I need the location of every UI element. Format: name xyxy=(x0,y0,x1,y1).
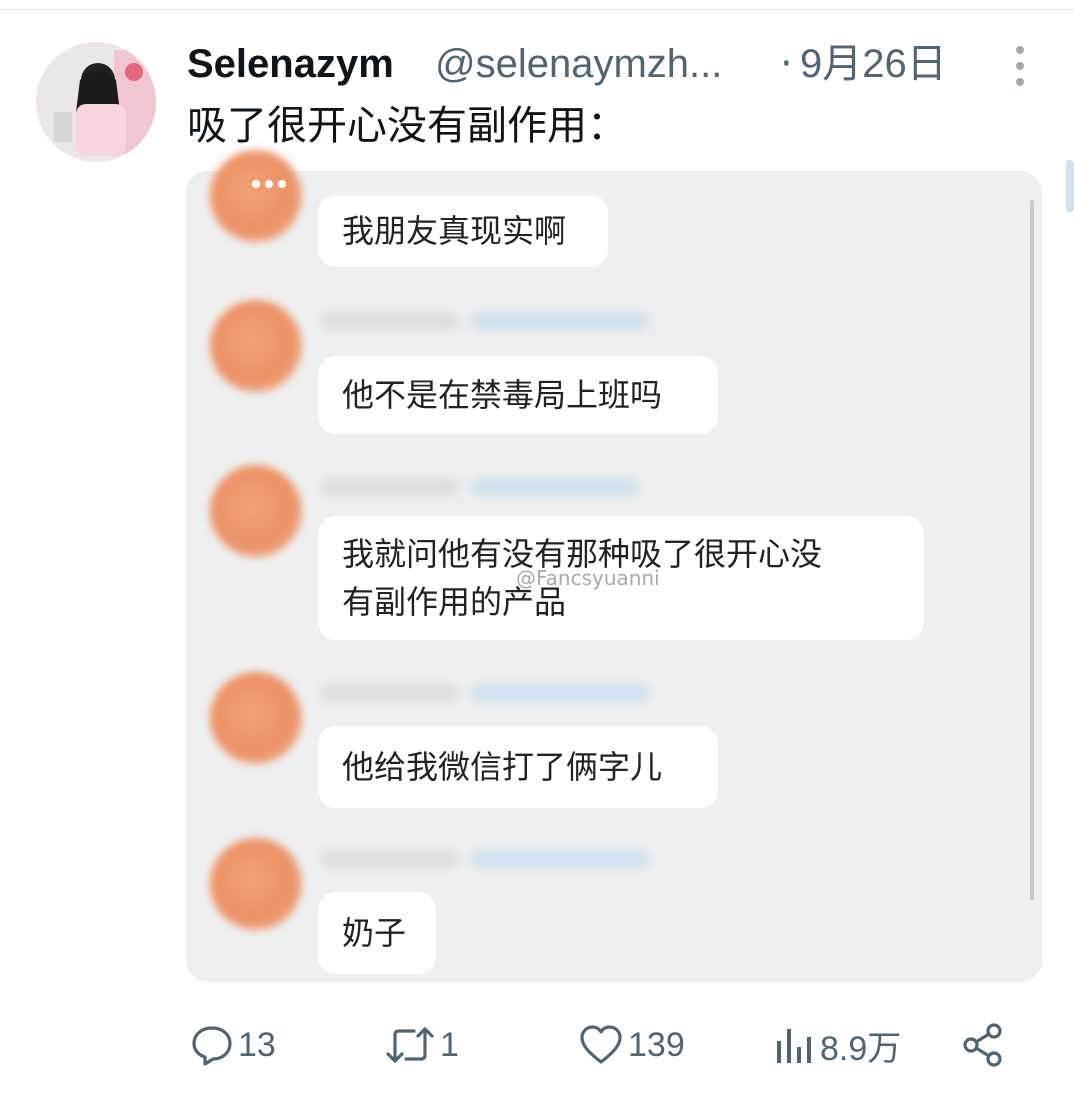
scrollbar xyxy=(1030,200,1034,900)
blurred-username xyxy=(470,850,650,868)
repost-count: 1 xyxy=(440,1025,459,1064)
chat-avatar xyxy=(210,300,302,392)
avatar[interactable] xyxy=(36,42,156,162)
view-count: 8.9万 xyxy=(820,1029,902,1068)
divider xyxy=(0,9,1074,10)
share-icon xyxy=(960,1022,1006,1068)
typing-indicator-icon xyxy=(252,180,286,188)
reply-button[interactable]: 13 xyxy=(190,1020,276,1070)
reply-icon xyxy=(190,1023,234,1067)
tweet-text: 吸了很开心没有副作用： xyxy=(187,103,627,149)
blurred-username xyxy=(470,312,650,330)
chat-avatar xyxy=(210,838,302,930)
chat-avatar xyxy=(210,672,302,764)
image-watermark: @Fancsyuanni xyxy=(516,566,660,590)
post-date[interactable]: 9月26日 xyxy=(800,40,947,88)
blurred-username xyxy=(470,684,650,702)
chat-bubble: 他不是在禁毒局上班吗 xyxy=(318,356,718,434)
heart-icon xyxy=(578,1023,624,1067)
views-button[interactable]: 8.9万 xyxy=(772,1020,901,1070)
repost-icon xyxy=(384,1023,436,1067)
chat-avatar xyxy=(210,465,302,557)
chat-avatar xyxy=(210,150,302,242)
avatar-image xyxy=(36,42,156,162)
blurred-username xyxy=(320,684,460,702)
views-chart-icon xyxy=(772,1023,816,1067)
reply-count: 13 xyxy=(238,1025,276,1064)
like-button[interactable]: 139 xyxy=(578,1020,685,1070)
share-button[interactable] xyxy=(960,1020,1006,1070)
chat-bubble-text: 我朋友真现实啊 xyxy=(342,212,567,250)
tweet-card: Selenazym @selenaymzh... · 9月26日 吸了很开心没有… xyxy=(0,0,1074,1102)
blurred-username xyxy=(470,478,640,496)
blurred-username xyxy=(320,850,460,868)
chat-bubble-text: 他不是在禁毒局上班吗 xyxy=(342,376,663,414)
chat-bubble-text: 他给我微信打了俩字儿 xyxy=(342,748,663,786)
chat-bubble: 我朋友真现实啊 xyxy=(318,195,608,267)
chat-bubble: 他给我微信打了俩字儿 xyxy=(318,726,718,808)
user-handle[interactable]: @selenaymzh... xyxy=(435,40,722,88)
like-count: 139 xyxy=(628,1025,685,1064)
blurred-username xyxy=(320,312,460,330)
more-vertical-icon[interactable] xyxy=(1007,46,1033,86)
display-name[interactable]: Selenazym xyxy=(187,40,394,88)
scroll-accent xyxy=(1066,160,1074,212)
repost-button[interactable]: 1 xyxy=(384,1020,459,1070)
chat-bubble-text: 奶子 xyxy=(342,914,407,952)
blurred-username xyxy=(320,478,460,496)
date-separator: · xyxy=(780,41,793,87)
chat-bubble: 奶子 xyxy=(318,892,436,974)
